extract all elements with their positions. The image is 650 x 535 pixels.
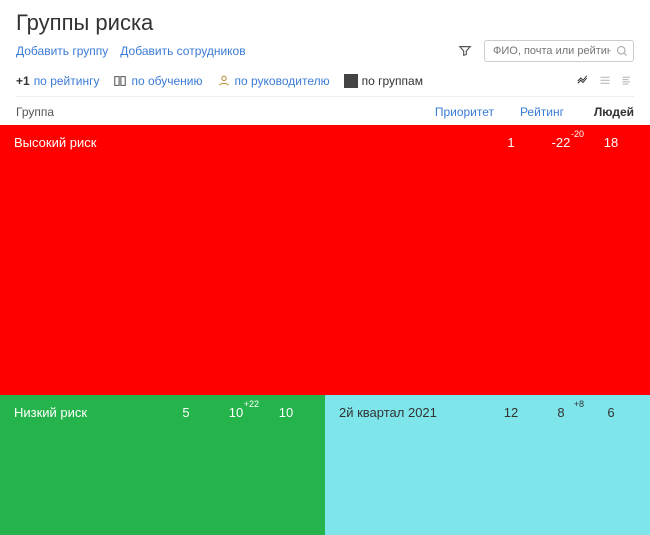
- tool-by-training-label: по обучению: [131, 74, 202, 88]
- tool-by-groups-label: по группам: [362, 74, 423, 88]
- tool-by-manager[interactable]: по руководителю: [217, 74, 330, 88]
- tool-by-training[interactable]: по обучению: [113, 74, 202, 88]
- tile-rating-value: 8: [557, 405, 564, 420]
- tool-by-manager-label: по руководителю: [235, 74, 330, 88]
- plus-one-icon: +1: [16, 74, 30, 88]
- add-group-link[interactable]: Добавить группу: [16, 44, 108, 58]
- chart-view-icon[interactable]: [576, 74, 590, 88]
- tile-name: 2й квартал 2021: [339, 405, 486, 420]
- col-people[interactable]: Людей: [564, 105, 634, 119]
- tile-high-risk[interactable]: Высокий риск 1 -22 -20 18: [0, 125, 650, 395]
- tool-by-groups[interactable]: по группам: [344, 74, 423, 88]
- tile-name: Низкий риск: [14, 405, 161, 420]
- tile-priority: 12: [486, 405, 536, 420]
- tile-people: 18: [586, 135, 636, 150]
- col-group: Группа: [16, 105, 424, 119]
- manager-icon: [217, 74, 231, 88]
- tile-priority: 5: [161, 405, 211, 420]
- tile-delta: +8: [574, 399, 584, 409]
- tile-delta: +22: [244, 399, 259, 409]
- col-priority[interactable]: Приоритет: [424, 105, 494, 119]
- list-view-icon[interactable]: [598, 74, 612, 88]
- tile-people: 10: [261, 405, 311, 420]
- filter-icon[interactable]: [458, 44, 472, 58]
- compact-view-icon[interactable]: [620, 74, 634, 88]
- tile-name: Высокий риск: [14, 135, 486, 150]
- tool-by-rating-label: по рейтингу: [34, 74, 100, 88]
- tile-people: 6: [586, 405, 636, 420]
- tool-by-rating[interactable]: +1 по рейтингу: [16, 74, 99, 88]
- tile-q2-2021[interactable]: 2й квартал 2021 12 8 +8 6: [325, 395, 650, 535]
- toolbar: +1 по рейтингу по обучению по руководите…: [16, 68, 634, 97]
- tile-rating: -22 -20: [536, 135, 586, 150]
- column-header-row: Группа Приоритет Рейтинг Людей: [16, 97, 634, 125]
- search-icon[interactable]: [616, 45, 628, 57]
- search-box: [484, 40, 634, 62]
- col-rating[interactable]: Рейтинг: [494, 105, 564, 119]
- tile-rating-value: -22: [552, 135, 571, 150]
- page-title: Группы риска: [16, 10, 634, 36]
- tile-low-risk[interactable]: Низкий риск 5 10 +22 10: [0, 395, 325, 535]
- search-input[interactable]: [484, 40, 634, 62]
- tile-delta: -20: [571, 129, 584, 139]
- group-square-icon: [344, 74, 358, 88]
- add-employees-link[interactable]: Добавить сотрудников: [120, 44, 245, 58]
- tile-rating: 10 +22: [211, 405, 261, 420]
- treemap: Высокий риск 1 -22 -20 18 Низкий риск 5: [0, 125, 650, 535]
- tile-priority: 1: [486, 135, 536, 150]
- book-icon: [113, 74, 127, 88]
- tile-rating: 8 +8: [536, 405, 586, 420]
- tile-rating-value: 10: [229, 405, 243, 420]
